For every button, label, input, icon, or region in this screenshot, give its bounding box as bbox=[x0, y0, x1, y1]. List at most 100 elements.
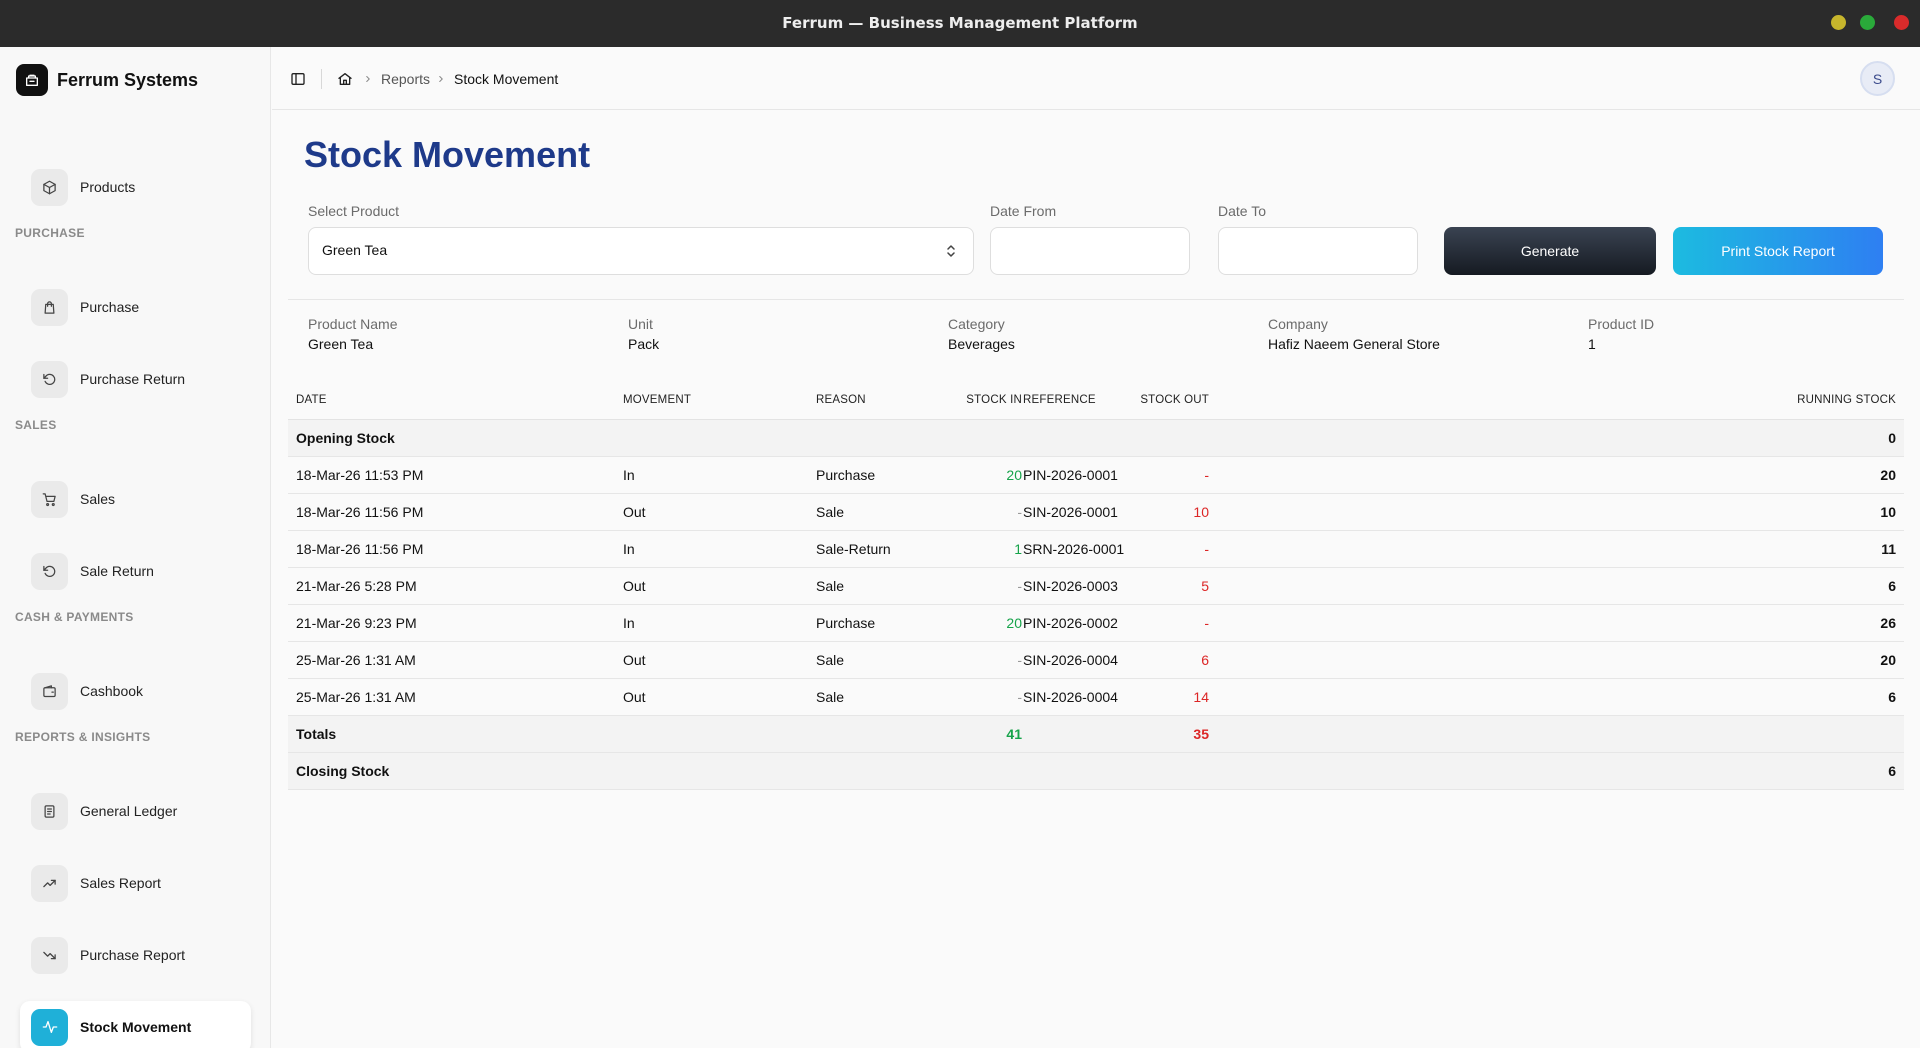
table-header: DATE MOVEMENT REASON REFERENCE STOCK IN … bbox=[288, 383, 1904, 420]
cell-reference: SIN-2026-0004 bbox=[1023, 652, 1118, 668]
cell-movement: In bbox=[623, 541, 635, 557]
cell-reference: SIN-2026-0003 bbox=[1023, 578, 1118, 594]
chevron-up-down-icon bbox=[945, 242, 957, 265]
sidebar-item-sales[interactable]: Sales bbox=[20, 473, 251, 525]
cell-reference: SRN-2026-0001 bbox=[1023, 541, 1125, 557]
info-value-product-name: Green Tea bbox=[308, 336, 374, 352]
totals-stock-out: 35 bbox=[1193, 726, 1209, 742]
cell-movement: In bbox=[623, 467, 635, 483]
section-title-sales: SALES bbox=[15, 418, 57, 432]
avatar[interactable]: S bbox=[1860, 61, 1895, 96]
info-label-unit: Unit bbox=[628, 316, 653, 332]
home-icon[interactable] bbox=[335, 69, 355, 89]
cell-reason: Sale bbox=[816, 652, 845, 668]
table-row: 21-Mar-26 5:28 PM Out Sale SIN-2026-0003- 5 6 bbox=[288, 568, 1904, 605]
table-row: 18-Mar-26 11:56 PM In Sale-Return SRN-2026-… bbox=[288, 531, 1904, 568]
rotate-ccw-icon bbox=[31, 360, 68, 398]
sidebar-item-label: Purchase bbox=[80, 299, 140, 315]
sidebar-item-products[interactable]: Products bbox=[20, 161, 251, 213]
cell-reference: PIN-2026-0002 bbox=[1023, 615, 1118, 631]
sidebar-toggle-icon[interactable] bbox=[288, 69, 308, 89]
cell-reference: SIN-2026-0004 bbox=[1023, 689, 1118, 705]
product-select[interactable]: Green Tea bbox=[308, 227, 974, 275]
cell-stock-in: 20 bbox=[1006, 615, 1022, 631]
table-row: 21-Mar-26 9:23 PM In Purchase PIN-2026-0002… bbox=[288, 605, 1904, 642]
cell-reason: Sale bbox=[816, 689, 845, 705]
cell-stock-out: 10 bbox=[1193, 504, 1209, 520]
cell-running-stock: 6 bbox=[1888, 578, 1896, 594]
sidebar-item-label: Products bbox=[80, 179, 136, 195]
sidebar-item-label: Cashbook bbox=[80, 683, 144, 699]
sidebar-item-cashbook[interactable]: Cashbook bbox=[20, 665, 251, 717]
header-divider bbox=[321, 69, 322, 89]
column-header-reference: REFERENCE bbox=[1023, 394, 1096, 406]
cell-movement: Out bbox=[623, 578, 646, 594]
closing-stock-value: 6 bbox=[1888, 763, 1896, 779]
breadcrumb-reports[interactable]: Reports bbox=[381, 70, 430, 88]
cell-date: 25-Mar-26 1:31 AM bbox=[296, 689, 416, 705]
cell-reason: Sale bbox=[816, 578, 845, 594]
section-divider bbox=[288, 299, 1904, 300]
sidebar-item-general-ledger[interactable]: General Ledger bbox=[20, 785, 251, 837]
rotate-ccw-icon bbox=[31, 552, 68, 590]
date-from-label: Date From bbox=[990, 203, 1057, 219]
cell-date: 18-Mar-26 11:53 PM bbox=[296, 467, 424, 483]
column-header-running-stock: RUNNING STOCK bbox=[1797, 394, 1896, 406]
table-body: 18-Mar-26 11:53 PM In Purchase PIN-2026-000… bbox=[288, 457, 1904, 716]
breadcrumb-current: Stock Movement bbox=[454, 71, 559, 87]
cell-stock-in: - bbox=[1017, 504, 1022, 520]
section-title-reports: REPORTS & INSIGHTS bbox=[15, 730, 151, 744]
cell-running-stock: 26 bbox=[1880, 615, 1896, 631]
maximize-button[interactable] bbox=[1860, 15, 1875, 30]
cell-movement: Out bbox=[623, 689, 646, 705]
sidebar-item-purchase[interactable]: Purchase bbox=[20, 281, 251, 333]
info-value-unit: Pack bbox=[628, 336, 660, 352]
brand[interactable]: Ferrum Systems bbox=[16, 64, 198, 96]
cell-date: 18-Mar-26 11:56 PM bbox=[296, 541, 424, 557]
date-to-field[interactable] bbox=[1218, 227, 1418, 275]
section-title-cash: CASH & PAYMENTS bbox=[15, 610, 134, 624]
date-from-field[interactable] bbox=[990, 227, 1190, 275]
sidebar-item-purchase-report[interactable]: Purchase Report bbox=[20, 929, 251, 981]
cell-stock-out: 5 bbox=[1201, 578, 1209, 594]
shopping-bag-icon bbox=[31, 288, 68, 326]
print-stock-report-button[interactable]: Print Stock Report bbox=[1673, 227, 1883, 275]
chevron-right-icon bbox=[362, 71, 374, 87]
trending-down-icon bbox=[31, 936, 68, 974]
activity-icon bbox=[31, 1008, 68, 1046]
product-select-label: Select Product bbox=[308, 203, 400, 219]
cell-movement: Out bbox=[623, 504, 646, 520]
info-label-product-name: Product Name bbox=[308, 316, 398, 332]
cell-movement: Out bbox=[623, 652, 646, 668]
totals-stock-in: 41 bbox=[1006, 726, 1022, 742]
window-title: Ferrum — Business Management Platform bbox=[782, 14, 1138, 32]
totals-row: Totals 41 35 bbox=[288, 716, 1904, 753]
closing-stock-row: Closing Stock 6 bbox=[288, 753, 1904, 790]
cell-stock-out: - bbox=[1204, 615, 1209, 631]
sidebar-item-sales-report[interactable]: Sales Report bbox=[20, 857, 251, 909]
sidebar-item-sale-return[interactable]: Sale Return bbox=[20, 545, 251, 597]
minimize-button[interactable] bbox=[1831, 15, 1846, 30]
cell-date: 25-Mar-26 1:31 AM bbox=[296, 652, 416, 668]
sidebar-item-label: Sales bbox=[80, 491, 116, 507]
sidebar-item-label: General Ledger bbox=[80, 803, 178, 819]
info-value-category: Beverages bbox=[948, 336, 1015, 352]
window-titlebar: Ferrum — Business Management Platform bbox=[0, 0, 1920, 47]
sidebar-item-label: Sale Return bbox=[80, 563, 154, 579]
table-row: 18-Mar-26 11:53 PM In Purchase PIN-2026-000… bbox=[288, 457, 1904, 494]
wallet-icon bbox=[31, 672, 68, 710]
column-header-reason: REASON bbox=[816, 394, 866, 406]
opening-stock-row: Opening Stock 0 bbox=[288, 420, 1904, 457]
sidebar-item-purchase-return[interactable]: Purchase Return bbox=[20, 353, 251, 405]
cell-date: 18-Mar-26 11:56 PM bbox=[296, 504, 424, 520]
cart-icon bbox=[31, 480, 68, 518]
cell-date: 21-Mar-26 9:23 PM bbox=[296, 615, 417, 631]
close-button[interactable] bbox=[1894, 15, 1909, 30]
generate-button[interactable]: Generate bbox=[1444, 227, 1656, 275]
cell-reason: Sale-Return bbox=[816, 541, 891, 557]
sidebar-item-stock-movement[interactable]: Stock Movement bbox=[20, 1001, 251, 1048]
box-icon bbox=[31, 168, 68, 206]
column-header-movement: MOVEMENT bbox=[623, 394, 692, 406]
info-label-category: Category bbox=[948, 316, 1005, 332]
info-value-product-id: 1 bbox=[1588, 336, 1596, 352]
